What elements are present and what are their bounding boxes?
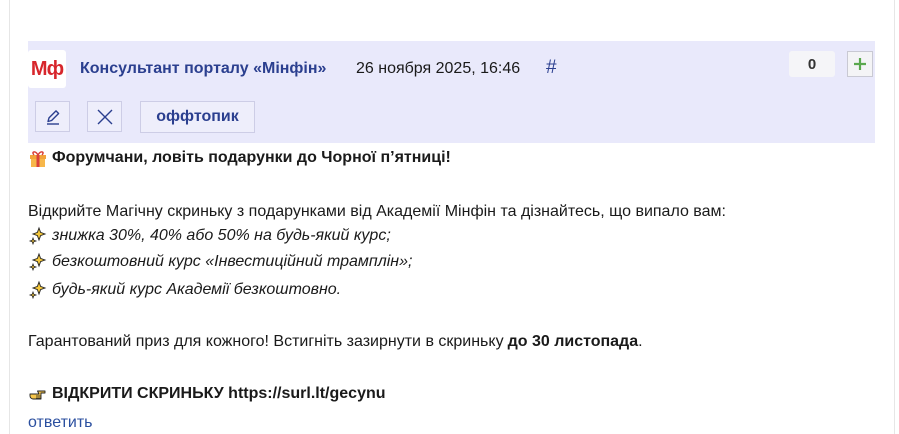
headline-line: Форумчани, ловіть подарунки до Чорної п’… <box>28 148 451 168</box>
list-item-text: будь-який курс Академії безкоштовно. <box>52 281 342 298</box>
tag-offtopic-button[interactable]: оффтопик <box>140 101 255 133</box>
list-item: безкоштовний курс «Інвестиційний трамплі… <box>28 252 412 272</box>
close-icon <box>97 109 112 124</box>
edit-button[interactable] <box>35 101 70 132</box>
cta-link[interactable]: ВІДКРИТИ СКРИНЬКУ https://surl.lt/gecynu <box>52 384 386 404</box>
guarantee-line: Гарантований приз для кожного! Встигніть… <box>28 332 643 352</box>
plus-icon <box>854 58 866 70</box>
vote-score: 0 <box>789 51 835 77</box>
delete-button[interactable] <box>87 101 122 132</box>
list-item: будь-який курс Академії безкоштовно. <box>28 280 341 300</box>
reply-link[interactable]: ответить <box>28 414 93 432</box>
author-name[interactable]: Консультант порталу «Мінфін» <box>80 60 326 78</box>
pointing-hand-icon <box>29 390 46 400</box>
guarantee-end: . <box>638 333 643 350</box>
sparkles-icon <box>28 280 47 300</box>
permalink-link[interactable]: # <box>546 57 557 79</box>
list-item-text: знижка 30%, 40% або 50% на будь-який кур… <box>52 227 391 244</box>
sparkles-icon <box>28 252 47 272</box>
gift-icon <box>30 151 46 167</box>
intro-text: Відкрийте Магічну скриньку з подарунками… <box>28 203 726 220</box>
headline-text: Форумчани, ловіть подарунки до Чорної п’… <box>52 149 451 166</box>
right-border <box>894 0 895 434</box>
cta-line: ВІДКРИТИ СКРИНЬКУ https://surl.lt/gecynu <box>28 384 386 404</box>
guarantee-text: Гарантований приз для кожного! Встигніть… <box>28 333 504 350</box>
post-date: 26 ноября 2025, 16:46 <box>356 60 521 77</box>
pencil-icon <box>46 109 59 125</box>
post-header: Мф Консультант порталу «Мінфін» 26 ноябр… <box>28 41 875 143</box>
author-avatar[interactable]: Мф <box>28 50 66 88</box>
sparkles-icon <box>28 226 47 246</box>
vote-up-button[interactable] <box>847 51 873 77</box>
deadline-text: до 30 листопада <box>507 333 639 350</box>
intro-line: Відкрийте Магічну скриньку з подарунками… <box>28 202 726 222</box>
list-item-text: безкоштовний курс «Інвестиційний трамплі… <box>52 253 413 270</box>
left-border <box>9 0 10 434</box>
list-item: знижка 30%, 40% або 50% на будь-який кур… <box>28 226 391 246</box>
